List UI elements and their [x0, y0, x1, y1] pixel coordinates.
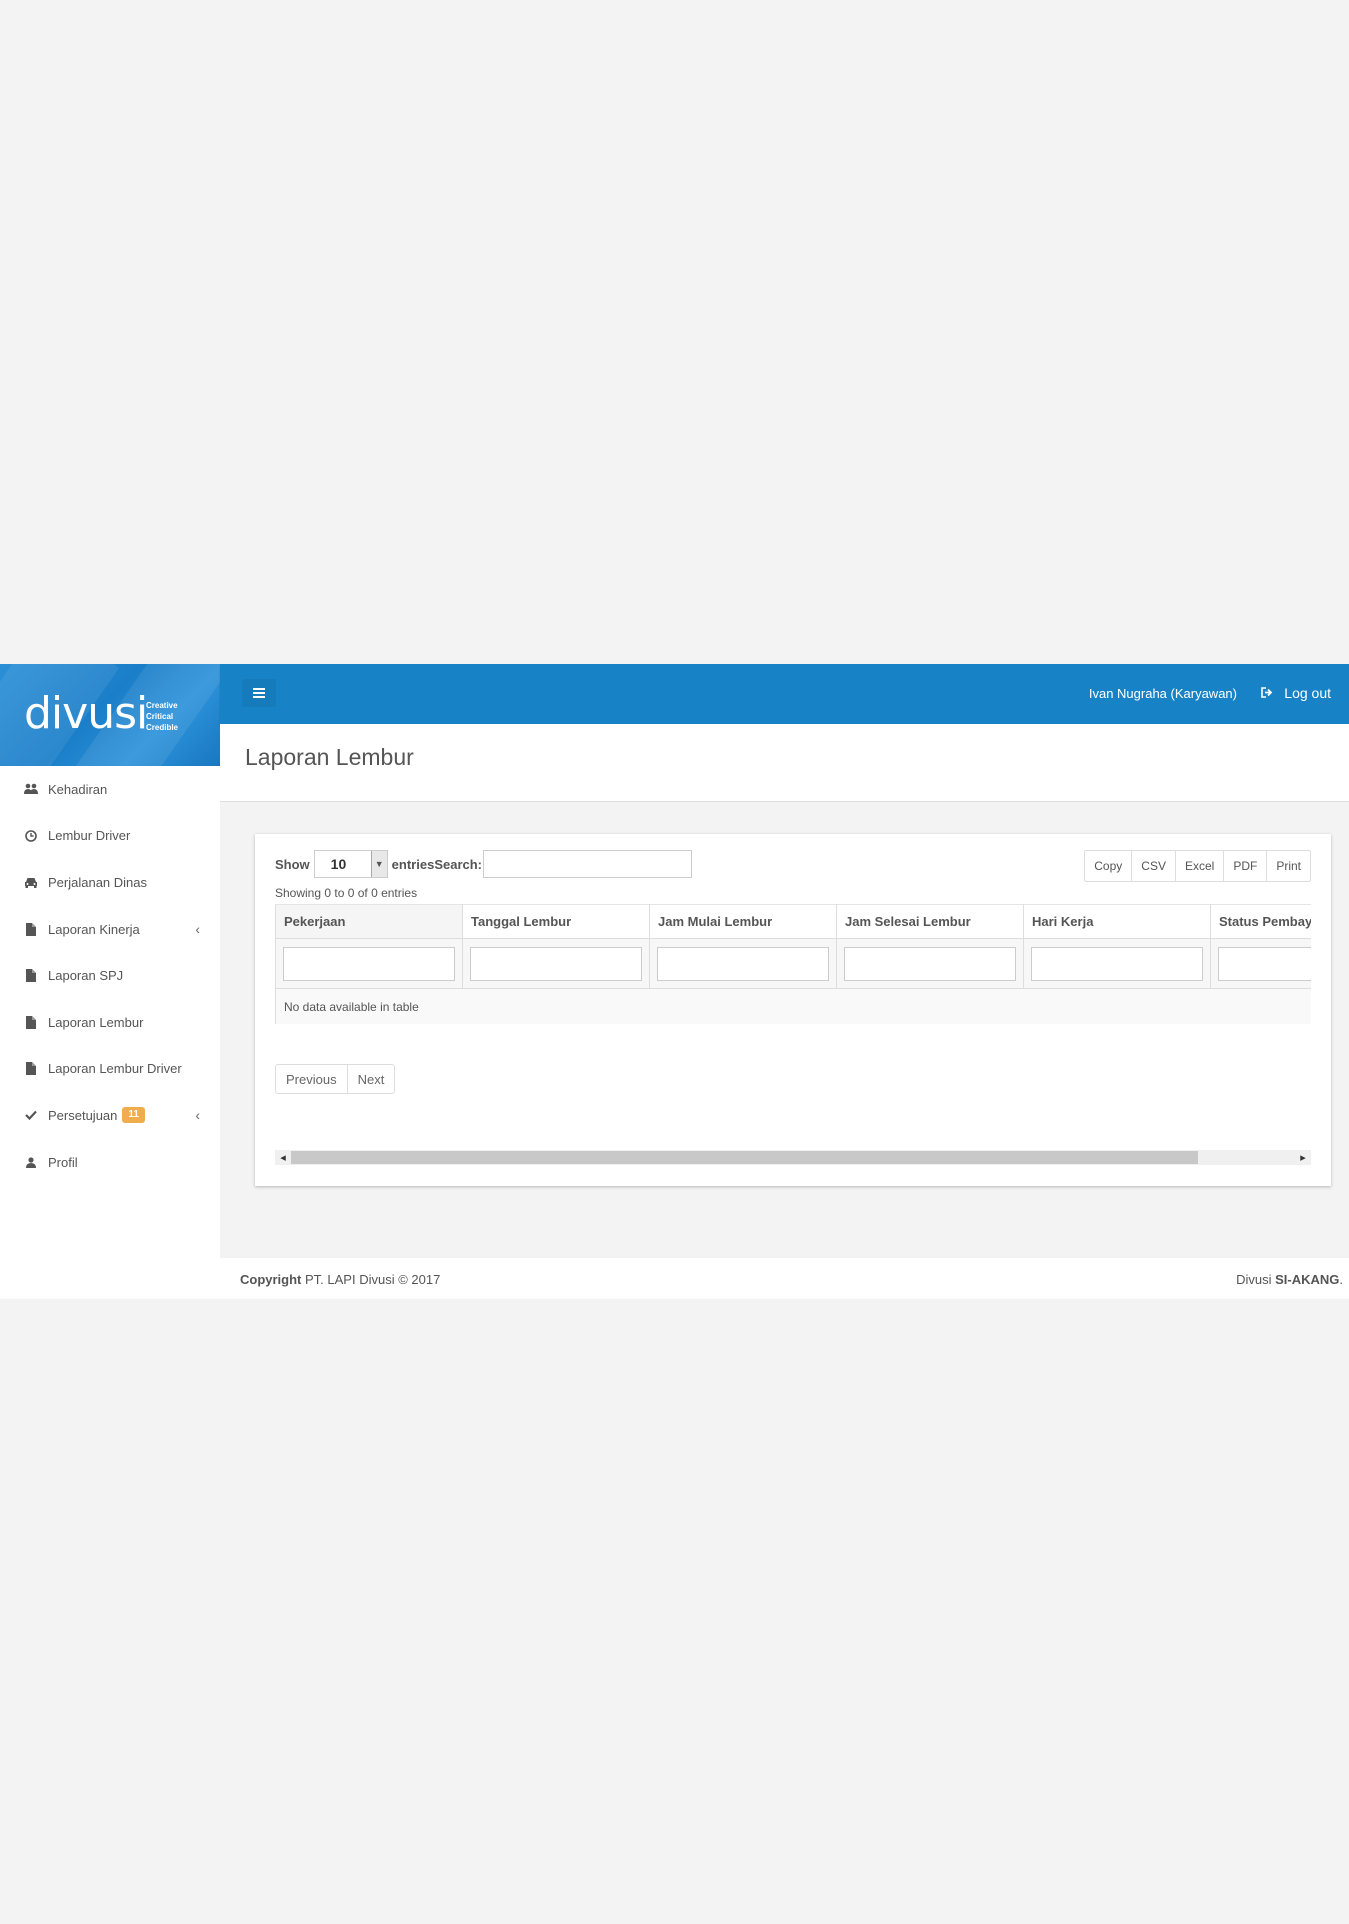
- column-header-pekerjaan[interactable]: Pekerjaan: [275, 904, 463, 939]
- export-button-group: Copy CSV Excel PDF Print: [1084, 850, 1311, 882]
- sidebar-item-label: Lembur Driver: [48, 828, 131, 844]
- sidebar-item-label: Perjalanan Dinas: [48, 874, 148, 890]
- page-title: Laporan Lembur: [245, 744, 414, 770]
- sidebar-item-label: Laporan Lembur Driver: [48, 1061, 182, 1077]
- table-row: No data available in table: [275, 988, 1311, 1024]
- report-box: Show 10 ▼ entries Search: Showing 0 to 0…: [255, 834, 1331, 1186]
- notification-badge: 11: [122, 1107, 145, 1124]
- content-area: Show 10 ▼ entries Search: Showing 0 to 0…: [220, 802, 1349, 1258]
- file-icon: [24, 922, 38, 936]
- sidebar-item-laporan-spj[interactable]: Laporan SPJ: [0, 952, 220, 999]
- hamburger-icon: [253, 688, 265, 698]
- sidebar-item-perjalanan-dinas[interactable]: Perjalanan Dinas: [0, 859, 220, 906]
- car-icon: [24, 875, 38, 889]
- check-icon: [24, 1108, 38, 1122]
- column-header-jam-mulai-lembur[interactable]: Jam Mulai Lembur: [649, 904, 837, 939]
- chevron-down-icon: ▼: [370, 851, 387, 877]
- sidebar-item-label: Laporan Kinerja: [48, 921, 140, 937]
- column-header-tanggal-lembur[interactable]: Tanggal Lembur: [462, 904, 650, 939]
- brand-logo[interactable]: divusi Creative Critical Credible: [0, 664, 220, 766]
- entries-per-page-select[interactable]: 10 ▼: [313, 850, 388, 878]
- scroll-right-icon[interactable]: ▸: [1295, 1150, 1311, 1165]
- filter-input-hari-kerja[interactable]: [1031, 946, 1203, 981]
- file-icon: [24, 1062, 38, 1076]
- table-length-control: Show 10 ▼ entries Search:: [275, 850, 693, 878]
- logout-button[interactable]: Log out: [1261, 685, 1331, 701]
- excel-button[interactable]: Excel: [1174, 851, 1223, 881]
- sidebar-item-lembur-driver[interactable]: Lembur Driver: [0, 813, 220, 860]
- pdf-button[interactable]: PDF: [1223, 851, 1266, 881]
- sidebar-item-label: Persetujuan: [48, 1107, 118, 1123]
- csv-button[interactable]: CSV: [1131, 851, 1175, 881]
- print-button[interactable]: Print: [1266, 851, 1310, 881]
- users-icon: [24, 782, 38, 796]
- sidebar-item-kehadiran[interactable]: Kehadiran: [0, 766, 220, 813]
- pagination: Previous Next: [275, 1064, 396, 1094]
- filter-input-status-pembayaran[interactable]: [1218, 946, 1311, 981]
- data-table: Pekerjaan Tanggal Lembur Jam Mulai Lembu…: [275, 904, 1311, 1024]
- footer-app-name: Divusi SI-AKANG.: [1236, 1272, 1343, 1287]
- search-input[interactable]: [483, 850, 693, 878]
- empty-table-message: No data available in table: [275, 988, 1311, 1024]
- footer: Copyright PT. LAPI Divusi © 2017 Divusi …: [0, 1182, 1349, 1299]
- filter-input-jam-selesai-lembur[interactable]: [844, 946, 1016, 981]
- column-header-status-pembayaran[interactable]: Status Pembayaran: [1210, 904, 1311, 939]
- sidebar-toggle-button[interactable]: [242, 679, 276, 707]
- user-name[interactable]: Ivan Nugraha (Karyawan): [1089, 686, 1237, 701]
- sidebar: Kehadiran Lembur Driver Perjalanan Dinas…: [0, 766, 220, 1186]
- user-icon: [24, 1155, 38, 1169]
- sidebar-item-persetujuan[interactable]: Persetujuan 11 ‹: [0, 1092, 220, 1139]
- sidebar-item-laporan-kinerja[interactable]: Laporan Kinerja ‹: [0, 906, 220, 953]
- logo-text: divusi: [24, 688, 148, 739]
- sidebar-item-label: Laporan Lembur: [48, 1014, 144, 1030]
- filter-input-jam-mulai-lembur[interactable]: [657, 946, 829, 981]
- search-label: Search:: [434, 856, 483, 872]
- top-navbar: Ivan Nugraha (Karyawan) Log out: [220, 664, 1349, 724]
- app: divusi Creative Critical Credible Kehadi…: [0, 664, 1349, 1299]
- chevron-left-icon: ‹: [195, 1107, 200, 1124]
- previous-page-button[interactable]: Previous: [276, 1065, 347, 1093]
- logo-tagline: Creative Critical Credible: [146, 701, 179, 732]
- show-label: Show: [275, 856, 310, 872]
- scrollbar-thumb[interactable]: [291, 1151, 1198, 1164]
- chevron-left-icon: ‹: [195, 921, 200, 938]
- horizontal-scrollbar[interactable]: ◂ ▸: [275, 1150, 1311, 1165]
- table-scroll-container: Pekerjaan Tanggal Lembur Jam Mulai Lembu…: [275, 904, 1311, 1024]
- filter-input-pekerjaan[interactable]: [283, 946, 455, 981]
- file-icon: [24, 1015, 38, 1029]
- copy-button[interactable]: Copy: [1085, 851, 1131, 881]
- filter-row: [275, 938, 1311, 989]
- sidebar-item-label: Laporan SPJ: [48, 968, 124, 984]
- column-header-jam-selesai-lembur[interactable]: Jam Selesai Lembur: [836, 904, 1024, 939]
- column-header-hari-kerja[interactable]: Hari Kerja: [1023, 904, 1211, 939]
- clock-icon: [24, 829, 38, 843]
- sidebar-item-laporan-lembur-driver[interactable]: Laporan Lembur Driver: [0, 1046, 220, 1093]
- sign-out-icon: [1261, 685, 1274, 701]
- page-header: Laporan Lembur: [220, 724, 1349, 802]
- sidebar-item-label: Kehadiran: [48, 781, 108, 797]
- filter-input-tanggal-lembur[interactable]: [470, 946, 642, 981]
- table-info: Showing 0 to 0 of 0 entries: [275, 886, 418, 900]
- sidebar-item-laporan-lembur[interactable]: Laporan Lembur: [0, 999, 220, 1046]
- next-page-button[interactable]: Next: [346, 1065, 395, 1093]
- entries-label: entries: [391, 856, 435, 872]
- sidebar-item-label: Profil: [48, 1154, 78, 1170]
- sidebar-item-profil[interactable]: Profil: [0, 1139, 220, 1186]
- file-icon: [24, 969, 38, 983]
- footer-copyright: Copyright PT. LAPI Divusi © 2017: [240, 1272, 441, 1287]
- logout-label: Log out: [1284, 685, 1331, 701]
- scroll-left-icon[interactable]: ◂: [275, 1150, 291, 1165]
